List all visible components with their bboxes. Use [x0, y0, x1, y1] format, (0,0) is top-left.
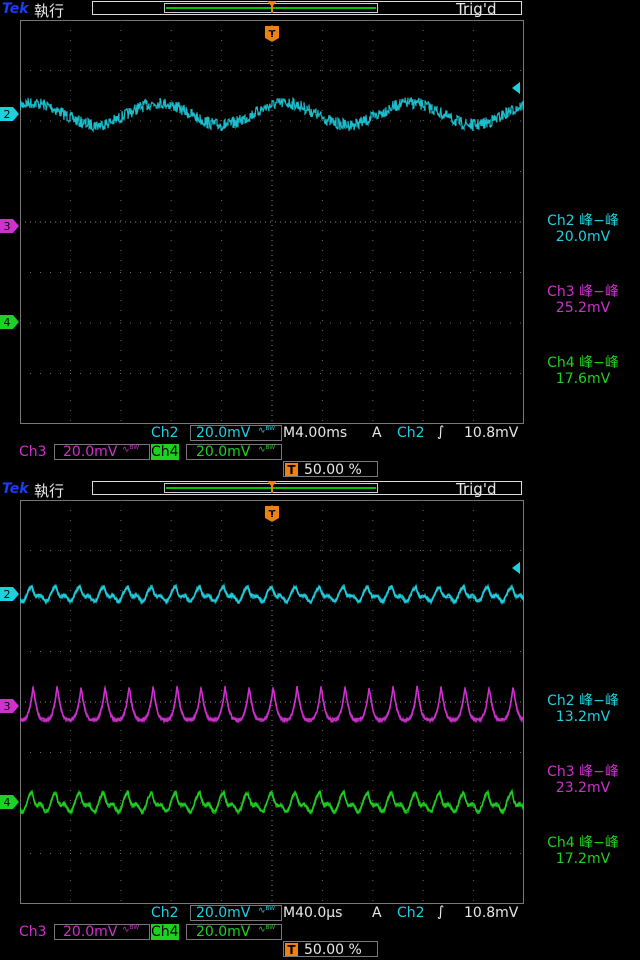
status-trigger-source: Ch2 [397, 425, 425, 441]
status-trigger-mode: A [372, 905, 382, 921]
graticule-grid [20, 500, 524, 904]
measurement-value: 23.2mV [555, 780, 611, 796]
status-trigger-level: 10.8mV [464, 425, 519, 441]
measurement-label: Ch2 峰−峰 [547, 693, 619, 709]
status-time-scale: M40.0µs [283, 905, 343, 921]
rising-edge-icon: ∫ [437, 424, 445, 440]
waveform-display-top [20, 20, 524, 424]
ch2-ground-marker[interactable]: 2 [0, 587, 20, 601]
status-trigger-source: Ch2 [397, 905, 425, 921]
status-ch3-scale: 20.0mV [63, 444, 118, 460]
scope-panel-top: Tek 執行 Trig'd T 2 3 4 Ch2 峰−峰 20.0mV Ch3… [0, 0, 640, 480]
waveform-display-bottom [20, 500, 524, 904]
svg-text:3: 3 [4, 220, 11, 233]
measurement-label: Ch4 峰−峰 [547, 355, 619, 371]
trigger-status-label: Trig'd [456, 0, 497, 18]
status-ch3-label: Ch3 [19, 444, 47, 460]
rising-edge-icon: ∫ [437, 904, 445, 920]
ch3-waveform [20, 685, 524, 725]
status-trigger-mode: A [372, 425, 382, 441]
status-ch4-label: Ch4 [151, 444, 179, 460]
trigger-position-icon [267, 1, 277, 13]
measurement-label: Ch3 峰−峰 [547, 284, 619, 300]
bandwidth-icon: ∿ᴮᵂ [258, 906, 276, 916]
status-ch3-label: Ch3 [19, 924, 47, 940]
status-ch2-scale: 20.0mV [196, 425, 251, 441]
scope-top-bar: Tek 執行 Trig'd [0, 480, 640, 500]
status-ch4-scale: 20.0mV [196, 444, 251, 460]
bandwidth-icon: ∿ᴮᵂ [258, 426, 276, 436]
trigger-level-icon [512, 562, 520, 574]
measurement-label: Ch4 峰−峰 [547, 835, 619, 851]
measurement-value: 17.6mV [555, 371, 611, 387]
trigger-position-icon [267, 481, 277, 493]
ch3-ground-marker[interactable]: 3 [0, 219, 20, 233]
trigger-level-icon [512, 82, 520, 94]
trigger-position-box [283, 461, 378, 477]
run-state-label: 執行 [34, 482, 65, 500]
trigger-position-box [283, 941, 378, 957]
measurement-label: Ch3 峰−峰 [547, 764, 619, 780]
run-state-label: 執行 [34, 2, 65, 20]
scope-top-bar: Tek 執行 Trig'd [0, 0, 640, 20]
svg-text:3: 3 [4, 700, 11, 713]
bandwidth-icon: ∿ᴮᵂ [258, 925, 276, 935]
scope-panel-bottom: Tek 執行 Trig'd T 2 3 4 Ch2 峰−峰 13.2mV Ch3… [0, 480, 640, 960]
ch3-ground-marker[interactable]: 3 [0, 699, 20, 713]
status-ch4-scale: 20.0mV [196, 924, 251, 940]
trigger-status-label: Trig'd [456, 480, 497, 498]
bandwidth-icon: ∿ᴮᵂ [122, 445, 140, 455]
measurement-ch2-pk-pk: Ch2 峰−峰 13.2mV [530, 693, 636, 725]
brand-logo: Tek [2, 481, 29, 497]
status-trigger-level: 10.8mV [464, 905, 519, 921]
measurement-label: Ch2 峰−峰 [547, 213, 619, 229]
measurement-value: 25.2mV [555, 300, 611, 316]
status-ch2-label: Ch2 [151, 425, 179, 441]
status-ch2-label: Ch2 [151, 905, 179, 921]
ch4-ground-marker[interactable]: 4 [0, 795, 20, 809]
svg-text:2: 2 [4, 108, 11, 121]
svg-text:4: 4 [4, 316, 11, 329]
measurement-ch3-pk-pk: Ch3 峰−峰 23.2mV [530, 764, 636, 796]
status-ch3-scale: 20.0mV [63, 924, 118, 940]
svg-text:4: 4 [4, 796, 11, 809]
svg-text:2: 2 [4, 588, 11, 601]
measurement-value: 17.2mV [555, 851, 611, 867]
measurement-value: 13.2mV [555, 709, 611, 725]
status-time-scale: M4.00ms [283, 425, 348, 441]
ch2-ground-marker[interactable]: 2 [0, 107, 20, 121]
graticule-grid [20, 20, 524, 424]
bandwidth-icon: ∿ᴮᵂ [122, 925, 140, 935]
measurement-value: 20.0mV [555, 229, 611, 245]
bandwidth-icon: ∿ᴮᵂ [258, 445, 276, 455]
measurement-ch4-pk-pk: Ch4 峰−峰 17.2mV [530, 835, 636, 867]
brand-logo: Tek [2, 1, 29, 17]
measurement-ch3-pk-pk: Ch3 峰−峰 25.2mV [530, 284, 636, 316]
ch4-ground-marker[interactable]: 4 [0, 315, 20, 329]
measurement-ch4-pk-pk: Ch4 峰−峰 17.6mV [530, 355, 636, 387]
status-ch2-scale: 20.0mV [196, 905, 251, 921]
status-ch4-label: Ch4 [151, 924, 179, 940]
measurement-ch2-pk-pk: Ch2 峰−峰 20.0mV [530, 213, 636, 245]
